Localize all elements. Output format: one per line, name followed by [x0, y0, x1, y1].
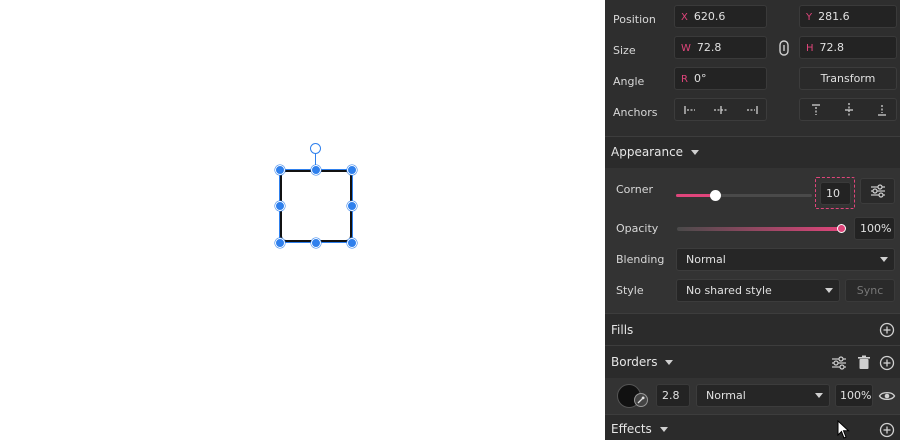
- opacity-slider-track[interactable]: [677, 227, 842, 231]
- opacity-slider-thumb[interactable]: [837, 224, 846, 233]
- sliders-icon: [869, 182, 887, 200]
- chevron-down-icon: [659, 427, 668, 432]
- anchor-right-icon[interactable]: [743, 101, 761, 119]
- horizontal-anchors-group: [674, 98, 767, 121]
- anchors-row: Anchors: [605, 98, 900, 129]
- appearance-section-header[interactable]: Appearance: [605, 136, 900, 168]
- resize-handle-bottom-right[interactable]: [347, 238, 357, 248]
- chevron-down-icon: [691, 150, 700, 155]
- blending-row: Blending Normal: [605, 245, 900, 276]
- anchor-middle-vertical-icon[interactable]: [840, 101, 858, 119]
- anchor-left-icon[interactable]: [681, 101, 699, 119]
- chevron-down-icon: [825, 288, 833, 293]
- w-prefix: W: [681, 43, 691, 54]
- anchor-bottom-icon[interactable]: [873, 101, 891, 119]
- r-value: 0°: [693, 72, 707, 85]
- border-options-icon[interactable]: [830, 354, 848, 372]
- resize-handle-bottom[interactable]: [311, 238, 321, 248]
- appearance-section-body: Corner 10 Opacity 100% Blending Normal S…: [605, 168, 900, 313]
- y-value: 281.6: [818, 10, 850, 23]
- effects-section-header[interactable]: Effects: [605, 414, 900, 440]
- anchors-label: Anchors: [613, 106, 658, 119]
- size-row: Size W 72.8 H 72.8: [605, 36, 900, 67]
- transform-button[interactable]: Transform: [799, 67, 897, 90]
- border-blend-value: Normal: [706, 389, 746, 402]
- opacity-label: Opacity: [616, 222, 659, 235]
- w-field[interactable]: W 72.8: [674, 36, 767, 59]
- h-field[interactable]: H 72.8: [799, 36, 897, 59]
- add-fill-icon[interactable]: [878, 321, 896, 339]
- borders-section-header[interactable]: Borders: [605, 345, 900, 378]
- borders-title: Borders: [611, 355, 674, 369]
- w-value: 72.8: [696, 41, 722, 54]
- anchor-center-horizontal-icon[interactable]: [712, 101, 730, 119]
- blending-select[interactable]: Normal: [676, 248, 895, 271]
- resize-handle-bottom-left[interactable]: [275, 238, 285, 248]
- sync-button[interactable]: Sync: [845, 279, 895, 302]
- add-effect-icon[interactable]: [878, 421, 896, 439]
- effects-title: Effects: [611, 422, 668, 436]
- border-opacity-field[interactable]: 100%: [835, 384, 873, 407]
- x-field[interactable]: X 620.6: [674, 5, 767, 28]
- border-thickness-field[interactable]: 2.8: [656, 384, 690, 407]
- opacity-row: Opacity 100%: [605, 214, 900, 245]
- x-prefix: X: [681, 12, 688, 23]
- resize-handle-left[interactable]: [275, 201, 285, 211]
- blending-value: Normal: [686, 253, 726, 266]
- opacity-value-field[interactable]: 100%: [854, 217, 895, 240]
- corner-options-button[interactable]: [860, 178, 895, 204]
- appearance-title: Appearance: [611, 145, 700, 159]
- y-field[interactable]: Y 281.6: [799, 5, 897, 28]
- fills-section-header[interactable]: Fills: [605, 313, 900, 345]
- inspector-panel: Position X 620.6 Y 281.6 Size W 72.8 H 72.8 …: [605, 0, 900, 440]
- chevron-down-icon: [665, 360, 674, 365]
- x-value: 620.6: [693, 10, 726, 23]
- chevron-down-icon: [880, 257, 888, 262]
- border-blend-select[interactable]: Normal: [696, 384, 830, 407]
- blending-label: Blending: [616, 253, 665, 266]
- canvas[interactable]: [0, 0, 605, 440]
- eyedropper-icon[interactable]: [634, 393, 648, 407]
- border-item-row: 2.8 Normal 100%: [605, 378, 900, 414]
- resize-handle-top-left[interactable]: [275, 165, 285, 175]
- size-label: Size: [613, 44, 636, 57]
- fills-title: Fills: [611, 323, 634, 337]
- trash-icon[interactable]: [855, 354, 873, 372]
- resize-handle-top-right[interactable]: [347, 165, 357, 175]
- chevron-down-icon: [815, 393, 823, 398]
- corner-value-field[interactable]: 10: [820, 182, 851, 205]
- rotation-handle[interactable]: [310, 143, 321, 154]
- mouse-cursor-icon: [837, 420, 850, 439]
- corner-row: Corner 10: [605, 174, 900, 209]
- r-prefix: R: [681, 74, 688, 85]
- add-border-icon[interactable]: [878, 354, 896, 372]
- h-value: 72.8: [819, 41, 845, 54]
- corner-value-highlight: 10: [815, 177, 855, 209]
- h-prefix: H: [806, 43, 814, 54]
- corner-label: Corner: [616, 183, 654, 196]
- eye-icon[interactable]: [878, 387, 896, 405]
- style-row: Style No shared style Sync: [605, 276, 900, 307]
- selection-box: [279, 169, 353, 243]
- anchor-top-icon[interactable]: [807, 101, 825, 119]
- lock-ratio-icon[interactable]: [775, 39, 793, 57]
- style-label: Style: [616, 284, 644, 297]
- corner-slider-thumb[interactable]: [710, 190, 721, 201]
- resize-handle-top[interactable]: [311, 165, 321, 175]
- position-row: Position X 620.6 Y 281.6: [605, 5, 900, 36]
- y-prefix: Y: [806, 12, 813, 23]
- angle-row: Angle R 0° Transform: [605, 67, 900, 98]
- angle-label: Angle: [613, 75, 645, 88]
- rotation-field[interactable]: R 0°: [674, 67, 767, 90]
- vertical-anchors-group: [799, 98, 897, 121]
- shared-style-value: No shared style: [686, 284, 772, 297]
- shared-style-select[interactable]: No shared style: [676, 279, 840, 302]
- resize-handle-right[interactable]: [347, 201, 357, 211]
- position-label: Position: [613, 13, 656, 26]
